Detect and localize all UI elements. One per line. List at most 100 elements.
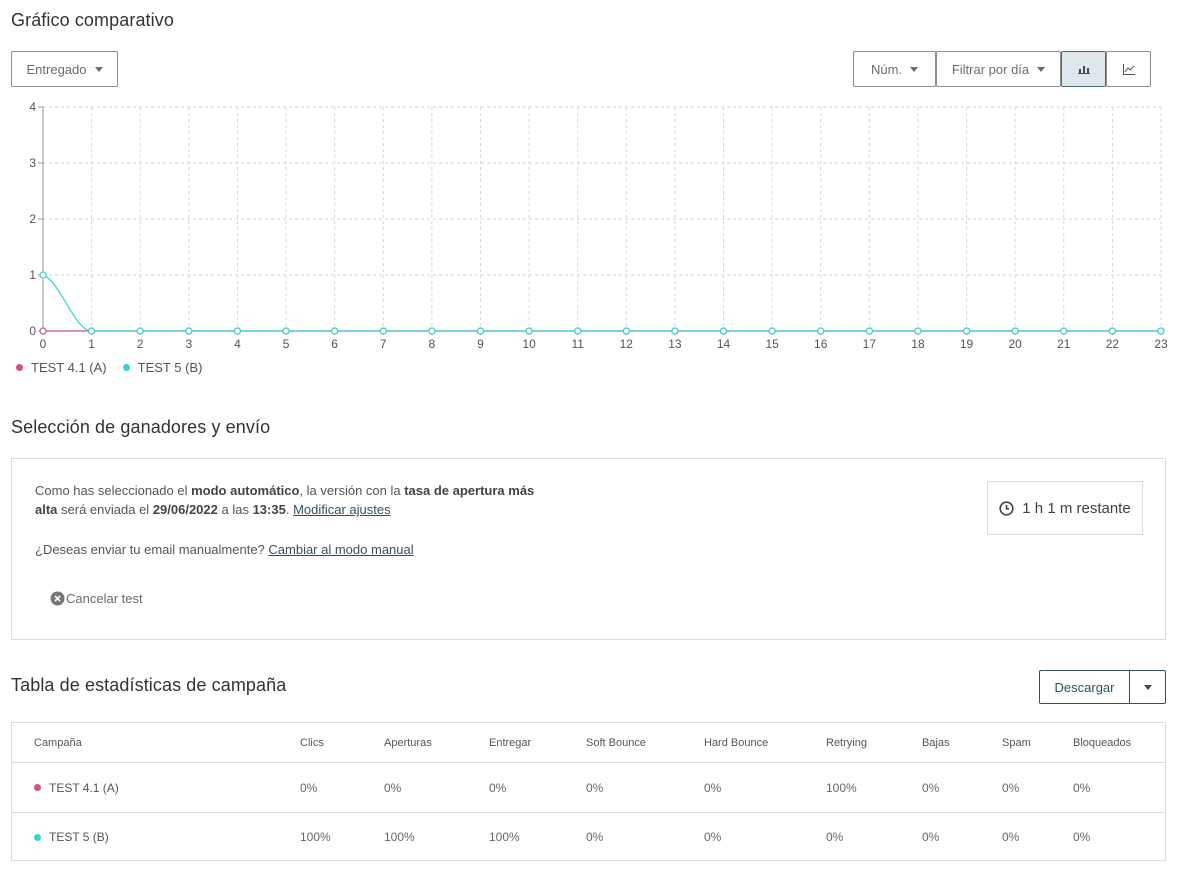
x-tick-label: 21	[1057, 337, 1071, 351]
x-tick-label: 10	[522, 337, 536, 351]
data-point-b	[233, 327, 242, 335]
soft-bounce-value: 0%	[586, 780, 604, 795]
col-header-hard-bounce: Hard Bounce	[704, 736, 769, 749]
legend-label-a: TEST 4.1 (A)	[31, 360, 107, 375]
x-tick-label: 20	[1008, 337, 1022, 351]
table-row[interactable]: TEST 4.1 (A) 0% 0% 0% 0% 0% 100% 0% 0% 0…	[12, 763, 1165, 813]
x-tick-label: 3	[185, 337, 192, 351]
desc-text-1: Como has seleccionado el	[35, 483, 192, 498]
cancel-circle-icon	[50, 591, 65, 606]
x-tick-label: 6	[331, 337, 338, 351]
campaign-cell: TEST 5 (B)	[34, 830, 109, 844]
data-point-b	[817, 327, 825, 335]
x-tick-label: 15	[765, 337, 779, 351]
retrying-value: 0%	[826, 830, 844, 844]
table-header-row: Campaña Clics Aperturas Entregar Soft Bo…	[12, 723, 1165, 763]
x-tick-label: 19	[960, 337, 974, 351]
soft-bounce-value: 0%	[586, 830, 604, 844]
data-point-b	[379, 327, 387, 335]
col-header-soft-bounce: Soft Bounce	[586, 736, 646, 749]
desc-text-5: .	[285, 502, 294, 517]
x-tick-label: 4	[234, 337, 241, 351]
data-point-b	[428, 327, 436, 335]
desc-text-3: será enviada el	[57, 502, 153, 517]
manual-question-text: ¿Deseas enviar tu email manualmente?	[35, 542, 269, 557]
y-tick-label: 1	[29, 268, 36, 282]
data-point-b	[1108, 327, 1116, 335]
data-point-a	[39, 327, 47, 335]
x-tick-label: 2	[137, 337, 144, 351]
desc-text-2: , la versión con la	[299, 483, 405, 498]
clicks-value: 100%	[300, 830, 331, 844]
opens-value: 0%	[384, 780, 402, 795]
campaign-name: TEST 5 (B)	[49, 830, 109, 844]
data-point-b	[476, 327, 485, 335]
data-point-b	[914, 327, 922, 335]
legend-item-b[interactable]: TEST 5 (B)	[122, 360, 202, 375]
unsubscribes-value: 0%	[922, 780, 940, 795]
data-point-b	[962, 327, 971, 335]
col-header-opens: Aperturas	[384, 736, 432, 749]
table-row[interactable]: TEST 5 (B) 100% 100% 100% 0% 0% 0% 0% 0%…	[12, 813, 1165, 861]
time-remaining-badge: 1 h 1 m restante	[987, 481, 1143, 535]
data-point-b	[185, 327, 193, 335]
x-tick-label: 17	[863, 337, 877, 351]
cancel-test-button[interactable]: Cancelar test	[50, 591, 143, 606]
x-tick-label: 16	[814, 337, 828, 351]
y-tick-label: 4	[29, 100, 36, 114]
x-tick-label: 7	[380, 337, 387, 351]
x-tick-label: 8	[429, 337, 436, 351]
selection-title: Selección de ganadores y envío	[11, 417, 271, 437]
download-options-button[interactable]	[1129, 670, 1166, 704]
x-tick-label: 18	[911, 337, 925, 351]
series-line-b	[42, 274, 1161, 332]
modify-settings-link[interactable]: Modificar ajustes	[293, 502, 391, 517]
col-header-campaign: Campaña	[34, 736, 82, 749]
delivered-value: 0%	[489, 780, 507, 795]
x-tick-label: 11	[571, 337, 584, 351]
retrying-value: 100%	[826, 780, 857, 795]
data-point-b	[39, 271, 47, 279]
legend-item-a[interactable]: TEST 4.1 (A)	[16, 360, 107, 375]
campaign-color-dot	[34, 784, 41, 791]
data-point-b	[88, 327, 96, 335]
hard-bounce-value: 0%	[704, 780, 722, 795]
data-point-b	[136, 327, 144, 335]
opens-value: 100%	[384, 830, 415, 844]
x-tick-label: 13	[668, 337, 682, 351]
clock-icon	[999, 500, 1014, 516]
time-remaining-text: 1 h 1 m restante	[1022, 499, 1131, 517]
download-label: Descargar	[1054, 679, 1115, 695]
switch-to-manual-link[interactable]: Cambiar al modo manual	[268, 542, 413, 557]
download-button[interactable]: Descargar	[1039, 670, 1130, 704]
y-tick-label: 2	[29, 212, 36, 226]
series-a-dot	[16, 364, 23, 371]
x-tick-label: 5	[283, 337, 290, 351]
unsubscribes-value: 0%	[922, 830, 940, 844]
chart-legend: TEST 4.1 (A) TEST 5 (B)	[16, 360, 202, 375]
manual-mode-prompt: ¿Deseas enviar tu email manualmente? Cam…	[35, 540, 414, 559]
delivered-value: 100%	[489, 830, 520, 844]
desc-bold-time: 13:35	[252, 502, 286, 517]
auto-mode-description: Como has seleccionado el modo automático…	[35, 481, 555, 519]
x-tick-label: 14	[717, 337, 731, 351]
data-point-b	[719, 327, 728, 335]
stats-table-title: Tabla de estadísticas de campaña	[11, 675, 287, 695]
col-header-retrying: Retrying	[826, 736, 867, 749]
data-point-b	[1011, 327, 1019, 335]
cancel-test-label: Cancelar test	[66, 591, 143, 606]
x-tick-label: 0	[40, 337, 47, 351]
col-header-blocked: Bloqueados	[1073, 736, 1132, 749]
campaign-color-dot	[34, 833, 41, 841]
clicks-value: 0%	[300, 780, 318, 795]
blocked-value: 0%	[1073, 830, 1091, 844]
col-header-spam: Spam	[1002, 736, 1031, 749]
y-tick-label: 3	[29, 156, 36, 170]
hard-bounce-value: 0%	[704, 830, 722, 844]
col-header-unsubscribes: Bajas	[922, 736, 950, 749]
data-point-b	[671, 327, 679, 335]
data-point-b	[574, 327, 582, 335]
x-tick-label: 22	[1106, 337, 1120, 351]
campaign-stats-table: Campaña Clics Aperturas Entregar Soft Bo…	[11, 722, 1166, 861]
x-tick-label: 1	[88, 337, 95, 351]
